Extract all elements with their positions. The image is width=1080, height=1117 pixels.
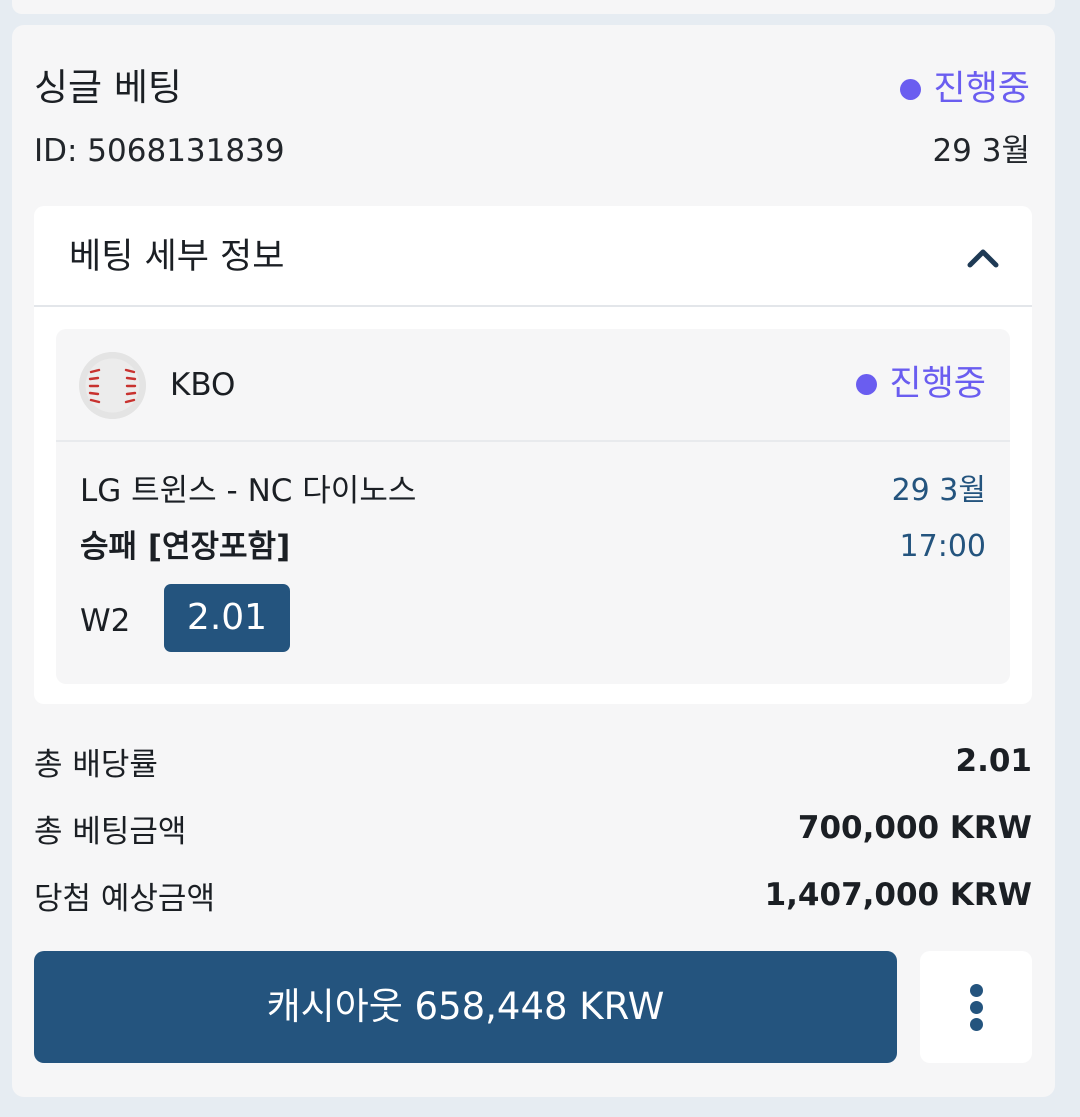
summary-label: 총 베팅금액 [34, 813, 187, 850]
event-item: KBO 진행중 LG 트윈스 - NC 다이노스 승패 [연장포함] 29 3월… [56, 329, 1010, 684]
bet-details-header[interactable]: 베팅 세부 정보 [34, 206, 1032, 307]
vertical-dots-icon [970, 1001, 983, 1014]
event-time: 17:00 [899, 529, 986, 564]
vertical-dots-icon [970, 1018, 983, 1031]
summary-value: 1,407,000 KRW [764, 877, 1032, 913]
summary-value: 2.01 [955, 743, 1033, 779]
baseball-icon [79, 352, 146, 419]
previous-bet-card [12, 0, 1055, 14]
pick-label: W2 [80, 603, 131, 639]
event-status: 진행중 [856, 362, 986, 406]
vertical-dots-icon [970, 984, 983, 997]
summary-row-total-stake: 총 베팅금액 700,000 KRW [34, 806, 1032, 850]
event-status-label: 진행중 [889, 364, 986, 404]
cashout-button[interactable]: 캐시아웃 658,448 KRW [34, 951, 897, 1063]
summary-row-total-odds: 총 배당률 2.01 [34, 739, 1032, 783]
status-dot-icon [900, 78, 922, 100]
league-name: KBO [170, 367, 236, 403]
market-name: 승패 [연장포함] [80, 529, 291, 565]
bet-status-label: 진행중 [933, 69, 1030, 109]
chevron-up-icon[interactable] [966, 242, 1000, 272]
bet-details-title: 베팅 세부 정보 [69, 237, 285, 277]
summary-value: 700,000 KRW [797, 810, 1032, 846]
bet-card: 싱글 베팅 진행중 ID: 5068131839 29 3월 베팅 세부 정보 [12, 25, 1055, 1097]
match-name: LG 트윈스 - NC 다이노스 [80, 473, 417, 509]
event-header: KBO 진행중 [56, 329, 1010, 442]
bet-details-panel: 베팅 세부 정보 KBO 진행중 LG 트윈스 - NC 다이노스 승패 [연장… [34, 206, 1032, 704]
summary-row-potential-win: 당첨 예상금액 1,407,000 KRW [34, 873, 1032, 917]
event-date: 29 3월 [891, 473, 986, 508]
bet-date: 29 3월 [932, 133, 1030, 169]
more-options-button[interactable] [920, 951, 1032, 1063]
status-dot-icon [856, 373, 878, 395]
bet-type-title: 싱글 베팅 [34, 66, 182, 109]
bet-id: ID: 5068131839 [34, 133, 285, 169]
summary-label: 총 배당률 [34, 746, 158, 783]
bet-status: 진행중 [900, 67, 1030, 111]
odds-badge: 2.01 [164, 584, 290, 652]
summary-label: 당첨 예상금액 [34, 880, 215, 917]
